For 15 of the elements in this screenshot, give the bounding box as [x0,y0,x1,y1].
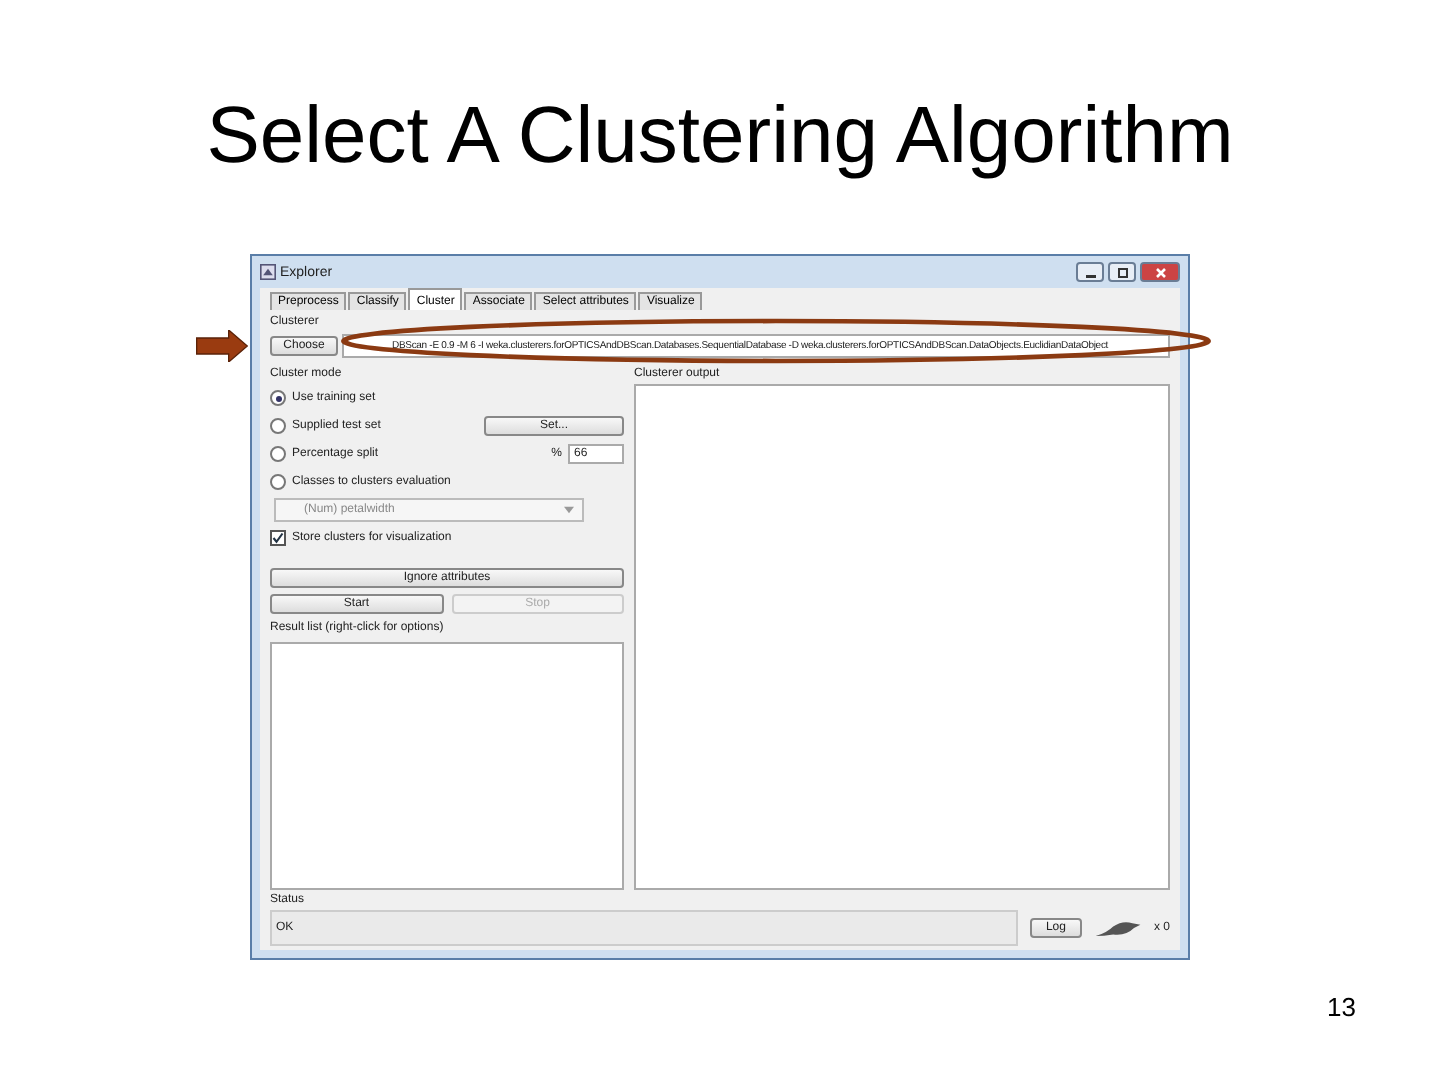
close-icon [1155,267,1165,277]
close-button[interactable] [1140,262,1180,282]
maximize-icon [1117,267,1127,277]
app-icon [260,264,276,280]
caret-icon [564,506,574,514]
minimize-button[interactable] [1076,262,1104,282]
radio-button[interactable] [270,474,286,490]
page-number: 13 [1327,992,1356,1022]
radio-button[interactable] [270,446,286,462]
checkbox[interactable] [270,530,286,546]
radio-button[interactable] [270,418,286,434]
slide-title: Select A Clustering Algorithm [206,90,1234,182]
maximize-button[interactable] [1108,262,1136,282]
radio-button[interactable] [270,390,286,406]
pointer-arrow [196,330,248,362]
